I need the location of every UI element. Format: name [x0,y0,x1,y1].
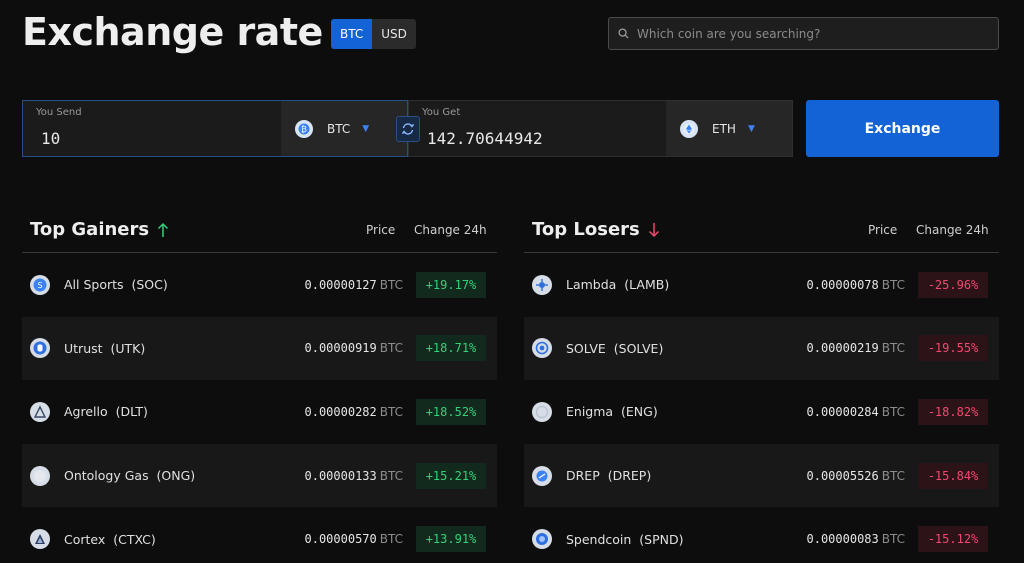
swap-icon [401,123,415,135]
coin-name: DREP (DREP) [566,468,652,484]
table-row[interactable]: S All Sports (SOC) 0.00000127 BTC +19.17% [22,253,497,317]
price-column-header: Price [868,223,898,237]
change-badge: +18.52% [416,398,486,425]
search-icon [618,28,629,39]
table-row[interactable]: Spendcoin (SPND) 0.00000083 BTC -15.12% [524,507,999,563]
page-title: Exchange rate [22,10,323,54]
change-badge: -19.55% [918,335,988,362]
gainers-header: Top Gainers Price Change 24h [22,212,497,253]
currency-toggle: BTC USD [331,19,416,49]
drep-icon [532,465,552,486]
coin-name: Agrello (DLT) [64,404,148,420]
coin-price: 0.00000133 BTC [304,468,404,483]
solve-icon [532,338,552,359]
change-badge: -18.82% [918,398,988,425]
spendcoin-icon [532,529,552,550]
table-row[interactable]: Lambda (LAMB) 0.00000078 BTC -25.96% [524,253,999,317]
agrello-icon [30,401,50,422]
search-box [608,17,999,50]
coin-price: 0.00000284 BTC [806,404,906,419]
get-label: You Get [422,107,461,118]
get-coin-name: ETH [712,121,736,136]
utrust-icon [30,338,50,359]
coin-name: All Sports (SOC) [64,277,168,293]
table-row[interactable]: Agrello (DLT) 0.00000282 BTC +18.52% [22,380,497,444]
change-badge: +13.91% [416,526,486,553]
coin-name: Cortex (CTXC) [64,531,156,547]
lambda-icon [532,274,552,295]
search-input[interactable] [637,26,987,41]
coin-price: 0.00000127 BTC [304,277,404,292]
toggle-usd[interactable]: USD [372,19,416,49]
table-row[interactable]: DREP (DREP) 0.00005526 BTC -15.84% [524,443,999,508]
enigma-icon [532,401,552,422]
table-row[interactable]: SOLVE (SOLVE) 0.00000219 BTC -19.55% [524,316,999,381]
all-sports-icon: S [30,274,50,295]
coin-price: 0.00000570 BTC [304,532,404,547]
arrow-down-icon [648,222,659,237]
arrow-up-icon [158,222,169,237]
coin-price: 0.00005526 BTC [806,468,906,483]
send-coin-select[interactable]: ₿ BTC ▼ [281,101,407,156]
coin-price: 0.00000078 BTC [806,277,906,292]
eth-icon [680,119,698,138]
send-amount[interactable]: 10 [41,129,60,148]
coin-price: 0.00000282 BTC [304,404,404,419]
change-column-header: Change 24h [916,223,989,237]
top-gainers-panel: Top Gainers Price Change 24h S All Sport… [22,212,497,563]
change-badge: +15.21% [416,462,486,489]
table-row[interactable]: Utrust (UTK) 0.00000919 BTC +18.71% [22,316,497,381]
chevron-down-icon: ▼ [362,123,370,134]
coin-price: 0.00000919 BTC [304,341,404,356]
svg-text:S: S [37,281,42,290]
send-coin-name: BTC [327,121,351,136]
toggle-btc[interactable]: BTC [331,19,373,49]
swap-button[interactable] [396,116,420,142]
exchange-button[interactable]: Exchange [806,100,999,157]
exchange-rate-page: Exchange rate BTC USD You Send 10 ₿ BTC … [0,0,1024,563]
gainers-title: Top Gainers [30,219,169,240]
coin-price: 0.00000219 BTC [806,341,906,356]
change-badge: -25.96% [918,271,988,298]
btc-icon: ₿ [295,119,313,138]
get-amount[interactable]: 142.70644942 [427,129,543,148]
coin-name: Ontology Gas (ONG) [64,468,196,484]
svg-text:₿: ₿ [301,125,307,134]
coin-name: Lambda (LAMB) [566,277,670,293]
losers-title: Top Losers [532,219,660,240]
coin-name: Spendcoin (SPND) [566,531,684,547]
send-field[interactable]: You Send 10 ₿ BTC ▼ [22,100,408,157]
change-column-header: Change 24h [414,223,487,237]
coin-name: Enigma (ENG) [566,404,658,420]
cortex-icon [30,529,50,550]
coin-name: SOLVE (SOLVE) [566,340,664,356]
table-row[interactable]: Cortex (CTXC) 0.00000570 BTC +13.91% [22,507,497,563]
table-row[interactable]: Enigma (ENG) 0.00000284 BTC -18.82% [524,380,999,444]
change-badge: -15.84% [918,462,988,489]
coin-name: Utrust (UTK) [64,340,146,356]
price-column-header: Price [366,223,396,237]
change-badge: +18.71% [416,335,486,362]
send-label: You Send [36,107,82,118]
table-row[interactable]: Ontology Gas (ONG) 0.00000133 BTC +15.21% [22,443,497,508]
change-badge: +19.17% [416,271,486,298]
coin-price: 0.00000083 BTC [806,532,906,547]
get-field[interactable]: You Get 142.70644942 ETH ▼ [408,100,793,157]
top-losers-panel: Top Losers Price Change 24h Lambda (LAMB… [524,212,999,563]
get-coin-select[interactable]: ETH ▼ [666,101,792,156]
ontology-gas-icon [30,465,50,486]
losers-header: Top Losers Price Change 24h [524,212,999,253]
change-badge: -15.12% [918,526,988,553]
chevron-down-icon: ▼ [747,123,755,134]
